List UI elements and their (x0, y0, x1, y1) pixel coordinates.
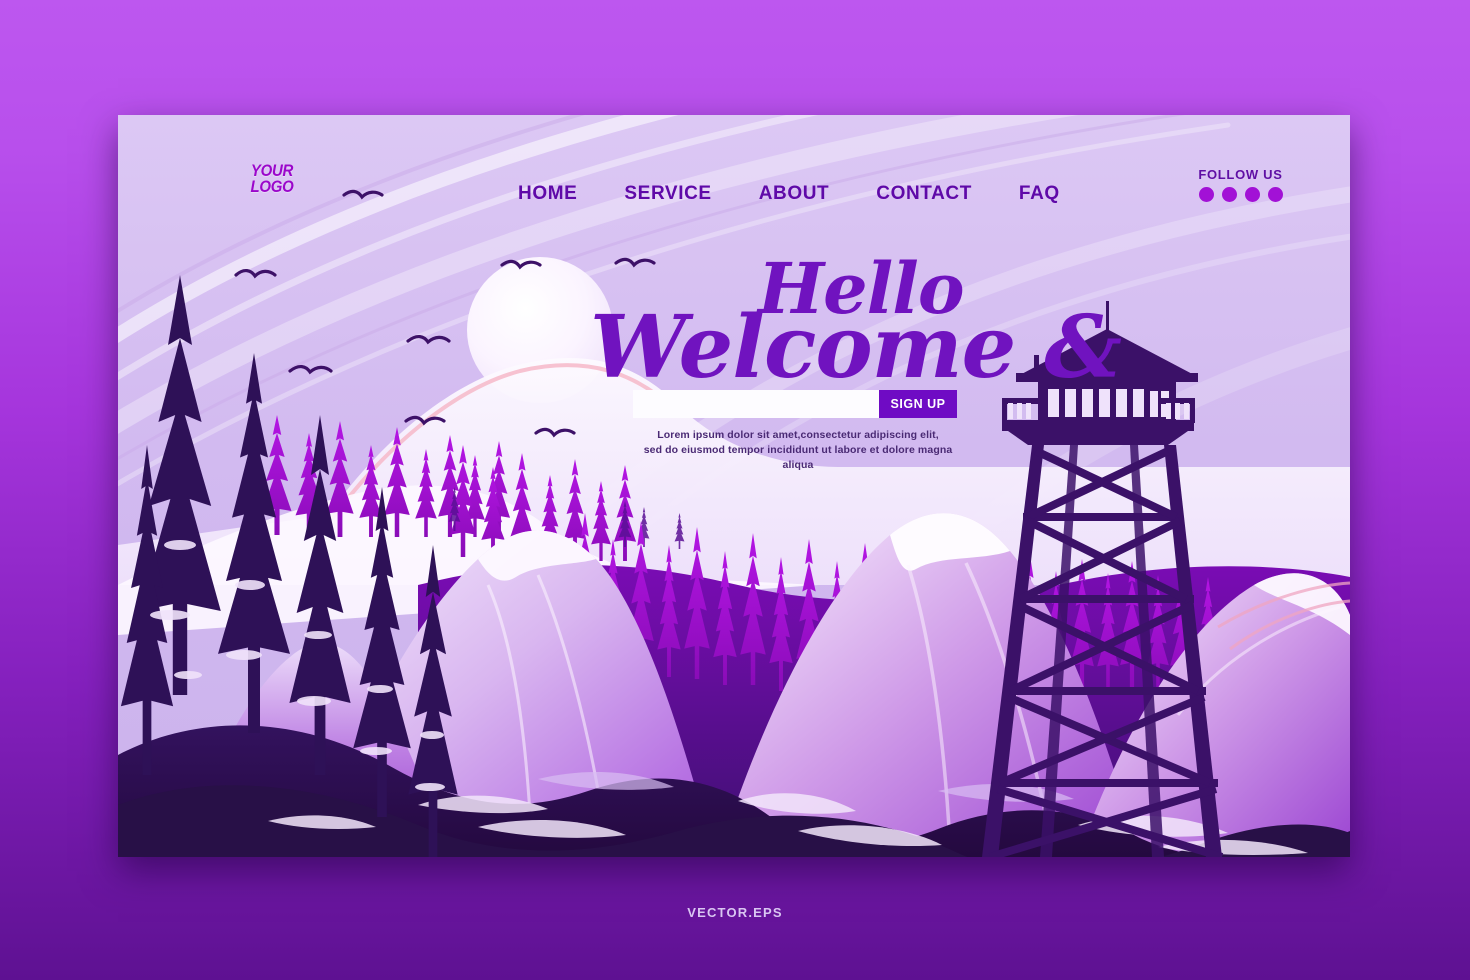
email-input[interactable] (633, 390, 879, 418)
nav-item-contact[interactable]: CONTACT (876, 183, 972, 205)
follow-us-section: FOLLOW US (1188, 167, 1293, 202)
signup-description-line1: Lorem ipsum dolor sit amet,consectetur a… (657, 429, 939, 441)
signup-description-line2: sed do eiusmod tempor incididunt ut labo… (643, 444, 953, 472)
nav-item-service[interactable]: SERVICE (624, 183, 711, 205)
social-icon-list (1188, 187, 1293, 202)
social-icon-3[interactable] (1244, 187, 1260, 202)
follow-us-label: FOLLOW US (1198, 167, 1283, 182)
nav-item-faq[interactable]: FAQ (1019, 183, 1060, 205)
nav-item-home[interactable]: HOME (518, 183, 577, 205)
social-icon-1[interactable] (1198, 187, 1214, 202)
brand-logo[interactable]: YOUR LOGO (232, 162, 312, 197)
social-icon-2[interactable] (1221, 187, 1237, 202)
landing-page-card: YOUR LOGO HOME SERVICE ABOUT CONTACT FAQ… (118, 115, 1350, 857)
main-navigation: HOME SERVICE ABOUT CONTACT FAQ (518, 183, 1060, 205)
sign-up-button[interactable]: SIGN UP (879, 390, 957, 418)
social-icon-4[interactable] (1267, 187, 1283, 202)
nav-item-about[interactable]: ABOUT (759, 183, 830, 205)
signup-description: Lorem ipsum dolor sit amet,consectetur a… (633, 428, 963, 474)
logo-text-line2: LOGO (250, 177, 294, 197)
site-header: YOUR LOGO HOME SERVICE ABOUT CONTACT FAQ… (118, 115, 1350, 245)
page-background: YOUR LOGO HOME SERVICE ABOUT CONTACT FAQ… (0, 0, 1470, 980)
signup-form: SIGN UP Lorem ipsum dolor sit amet,conse… (633, 390, 963, 474)
footer-label: VECTOR.EPS (687, 905, 783, 920)
